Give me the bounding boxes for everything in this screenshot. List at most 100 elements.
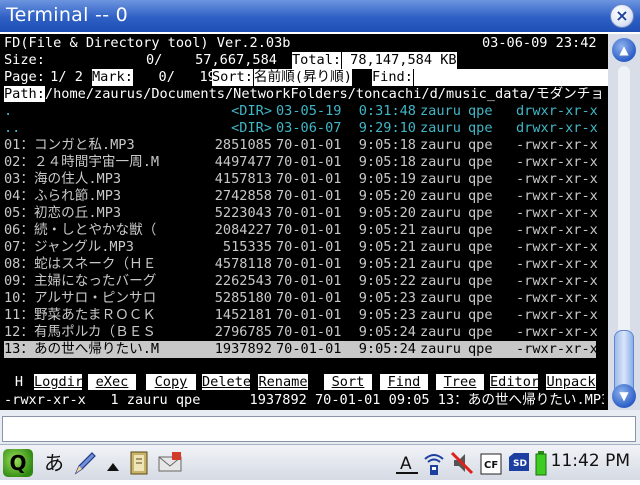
file-date: 70-01-01 xyxy=(276,154,342,170)
close-button[interactable]: × xyxy=(610,4,634,28)
directory-row[interactable]: .. <DIR> 03-06-07 9:29:10 zauru qpe drwxr-xr-x xyxy=(4,120,598,137)
file-row[interactable]: 04：ふられ節.MP3 2742858 70-01-01 9:05:20 zauru qp… xyxy=(4,188,598,205)
network-icon[interactable] xyxy=(420,449,448,477)
file-perm: -rwxr-xr-x xyxy=(516,137,598,153)
notebook-icon[interactable] xyxy=(126,449,152,477)
file-row[interactable]: 13：あの世へ帰りたい.M 1937892 70-01-01 9:05:24 zauru… xyxy=(4,341,598,358)
file-group: qpe xyxy=(468,205,493,221)
file-name: 12：有馬ポルカ（ＢＥＳ xyxy=(4,324,156,340)
file-date: 70-01-01 xyxy=(276,171,342,187)
file-owner: zauru xyxy=(420,120,461,136)
mail-icon[interactable] xyxy=(156,449,184,477)
scroll-down-button[interactable]: ▼ xyxy=(612,384,636,408)
ime-mode-indicator[interactable]: あ xyxy=(44,449,64,477)
file-name: 13：あの世へ帰りたい.M xyxy=(4,341,160,357)
find-value[interactable] xyxy=(414,69,608,86)
fkey-logdir[interactable]: Logdir xyxy=(34,374,83,390)
file-perm: -rwxr-xr-x xyxy=(516,307,598,323)
fkey-find[interactable]: Find xyxy=(380,374,428,390)
fkey-h[interactable]: H xyxy=(12,374,26,390)
up-arrow-icon: ▲ xyxy=(619,43,629,57)
file-row[interactable]: 03：海の住人.MP3 4157813 70-01-01 9:05:19 zauru qp… xyxy=(4,171,598,188)
file-row[interactable]: 01：コンガと私.MP3 2851085 70-01-01 9:05:18 zauru q… xyxy=(4,137,598,154)
file-group: qpe xyxy=(468,120,493,136)
find-label: Find: xyxy=(372,69,413,86)
file-size: 515335 xyxy=(222,239,272,255)
scroll-up-button[interactable]: ▲ xyxy=(612,38,636,62)
vertical-scrollbar[interactable]: ▲ ▼ xyxy=(608,34,640,410)
size-line: Size: 0/ 57,667,584 Total: 78,147,584 KB xyxy=(4,52,457,69)
terminal-screen[interactable]: FD(File & Directory tool) Ver.2.03b 03-06… xyxy=(0,34,608,410)
file-row[interactable]: 10：アルサロ・ピンサロ 5285180 70-01-01 9:05:23 zauru q… xyxy=(4,290,598,307)
file-owner: zauru xyxy=(420,341,461,357)
file-name: 04：ふられ節.MP3 xyxy=(4,188,122,204)
pen-icon[interactable] xyxy=(72,449,98,477)
cf-card-icon[interactable]: CF xyxy=(478,449,504,477)
directory-row[interactable]: . <DIR> 03-05-19 0:31:48 zauru qpe drwxr-xr-x xyxy=(4,103,598,120)
battery-icon[interactable] xyxy=(534,449,548,477)
file-size: 1452181 xyxy=(214,307,272,323)
file-row[interactable]: 05：初恋の丘.MP3 5223043 70-01-01 9:05:20 zauru qp… xyxy=(4,205,598,222)
fkey-exec[interactable]: eXec xyxy=(88,374,136,390)
file-perm: -rwxr-xr-x xyxy=(516,171,598,187)
file-name: .. xyxy=(4,120,21,136)
file-date: 70-01-01 xyxy=(276,239,342,255)
fkey-sort[interactable]: Sort xyxy=(324,374,372,390)
keyboard-icon[interactable]: A xyxy=(394,449,420,477)
file-group: qpe xyxy=(468,341,493,357)
fkey-unpack[interactable]: Unpack xyxy=(546,374,596,390)
file-size: 1937892 xyxy=(214,341,272,357)
path-label: Path: xyxy=(4,86,45,102)
file-row[interactable]: 08：蛇はスネーク（ＨＥ 4578118 70-01-01 9:05:21 zauru q… xyxy=(4,256,598,273)
file-time: 9:05:24 xyxy=(358,324,416,340)
file-time: 9:05:21 xyxy=(358,256,416,272)
header-datetime: 03-06-09 23:42 xyxy=(482,35,597,51)
fkey-copy[interactable]: Copy xyxy=(146,374,196,390)
path-value: /home/zaurus/Documents/NetworkFolders/to… xyxy=(44,86,604,102)
file-time: 9:05:20 xyxy=(358,205,416,221)
file-date: 70-01-01 xyxy=(276,188,342,204)
mark-label: Mark: xyxy=(92,69,133,86)
file-date: 70-01-01 xyxy=(276,307,342,323)
file-size: 2742858 xyxy=(214,188,272,204)
fkey-delete[interactable]: Delete xyxy=(202,374,251,390)
file-row[interactable]: 06：続・しとやかな獣（ 2084227 70-01-01 9:05:21 zauru q… xyxy=(4,222,598,239)
file-row[interactable]: 11：野菜あたまＲＯＣＫ 1452181 70-01-01 9:05:23 zauru q… xyxy=(4,307,598,324)
file-name: 10：アルサロ・ピンサロ xyxy=(4,290,157,306)
file-group: qpe xyxy=(468,188,493,204)
size-value: 0/ 57,667,584 xyxy=(146,52,277,68)
file-name: 09：主婦になったバーグ xyxy=(4,273,157,289)
file-perm: -rwxr-xr-x xyxy=(516,222,598,238)
clock[interactable]: 11:42 PM xyxy=(551,451,630,479)
file-time: 9:05:19 xyxy=(358,171,416,187)
file-size: 4497477 xyxy=(214,154,272,170)
file-perm: -rwxr-xr-x xyxy=(516,324,598,340)
sd-card-icon[interactable]: SD xyxy=(506,449,532,477)
sort-label: Sort: xyxy=(212,69,253,86)
file-size: <DIR> xyxy=(231,120,272,136)
file-row[interactable]: 02：２４時間宇宙一周.M 4497477 70-01-01 9:05:18 zauru… xyxy=(4,154,598,171)
file-owner: zauru xyxy=(420,273,461,289)
file-row[interactable]: 07：ジャングル.MP3 515335 70-01-01 9:05:21 zauru qp… xyxy=(4,239,598,256)
file-size: 2262543 xyxy=(214,273,272,289)
fkey-rename[interactable]: Rename xyxy=(258,374,308,390)
fkey-tree[interactable]: Tree xyxy=(436,374,484,390)
file-owner: zauru xyxy=(420,154,461,170)
file-owner: zauru xyxy=(420,324,461,340)
input-bar xyxy=(0,410,640,444)
mute-speaker-icon[interactable] xyxy=(448,449,476,477)
file-date: 70-01-01 xyxy=(276,205,342,221)
q-launcher-icon[interactable]: Q xyxy=(3,449,33,477)
file-name: 01：コンガと私.MP3 xyxy=(4,137,135,153)
up-arrow-icon[interactable] xyxy=(106,457,120,485)
file-perm: -rwxr-xr-x xyxy=(516,290,598,306)
file-time: 0:31:48 xyxy=(358,103,416,119)
file-row[interactable]: 12：有馬ポルカ（ＢＥＳ 2796785 70-01-01 9:05:24 zauru q… xyxy=(4,324,598,341)
file-time: 9:05:18 xyxy=(358,154,416,170)
file-group: qpe xyxy=(468,239,493,255)
function-key-bar: H Logdir eXec Copy Delete Rename Sort Find Tree E… xyxy=(0,374,608,392)
command-input[interactable] xyxy=(2,416,636,442)
file-row[interactable]: 09：主婦になったバーグ 2262543 70-01-01 9:05:22 zauru q… xyxy=(4,273,598,290)
fkey-editor[interactable]: Editor xyxy=(490,374,539,390)
file-group: qpe xyxy=(468,137,493,153)
